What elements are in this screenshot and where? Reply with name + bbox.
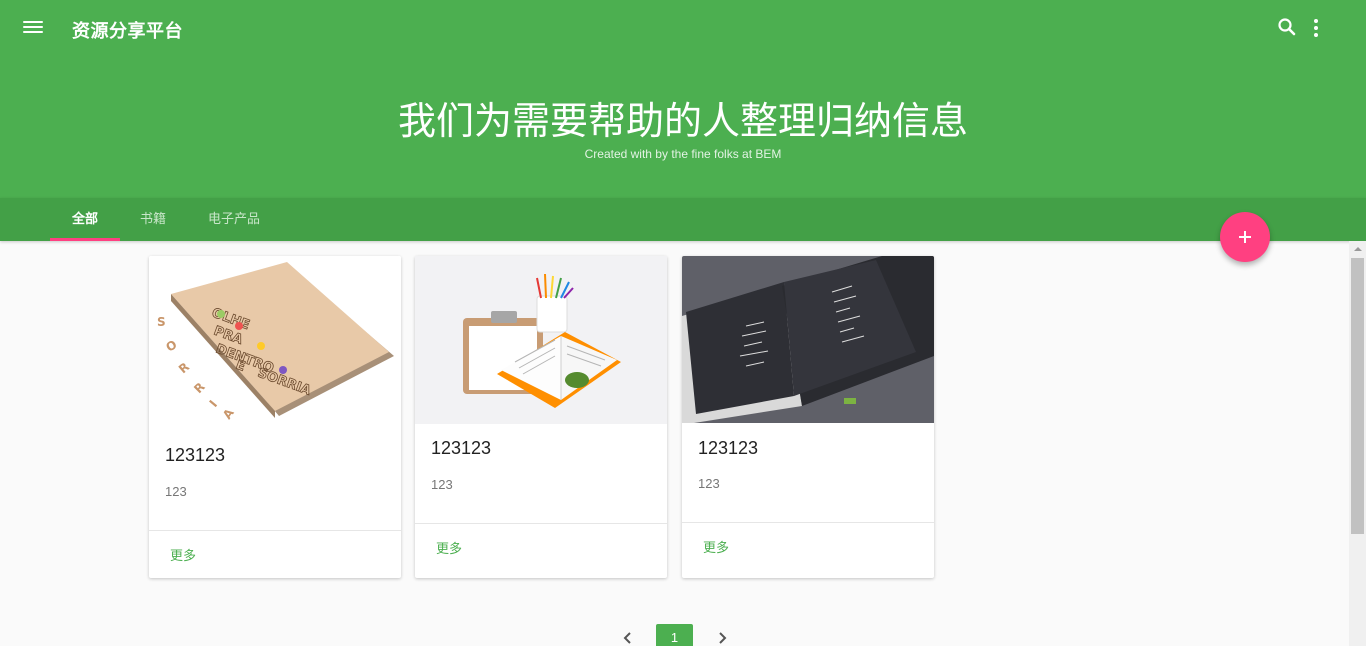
card-title: 123123	[165, 445, 226, 465]
resource-card: OLHE PRA DENTRO E SORRIA S O R R I A 123…	[149, 256, 401, 578]
card-divider	[149, 530, 401, 531]
category-tabs: 全部 书籍 电子产品	[0, 198, 1366, 241]
app-header: 资源分享平台 我们为需要帮助的人整理归纳信息 Created with by t…	[0, 0, 1366, 198]
page-scrollbar[interactable]	[1349, 241, 1366, 646]
card-title: 123123	[431, 438, 492, 458]
card-description: 123	[698, 476, 720, 491]
app-title: 资源分享平台	[72, 21, 183, 41]
tab-books[interactable]: 书籍	[120, 198, 186, 241]
add-button[interactable]	[1220, 212, 1270, 262]
hero-title: 我们为需要帮助的人整理归纳信息	[397, 101, 968, 143]
card-title: 123123	[698, 438, 759, 458]
tab-electronics[interactable]: 电子产品	[192, 198, 276, 241]
resource-card: 123123 123 更多	[682, 256, 934, 578]
chevron-left-icon[interactable]	[620, 630, 636, 646]
scrollbar-thumb[interactable]	[1351, 258, 1364, 534]
svg-text:S: S	[157, 315, 166, 329]
active-tab-indicator	[50, 238, 120, 241]
card-divider	[682, 522, 934, 523]
card-more-link[interactable]: 更多	[703, 537, 729, 556]
card-more-link[interactable]: 更多	[170, 545, 196, 564]
menu-icon[interactable]	[22, 18, 44, 40]
card-description: 123	[431, 477, 453, 492]
scroll-up-arrow-icon[interactable]	[1349, 241, 1366, 258]
resource-card: 123123 123 更多	[415, 256, 667, 578]
card-image: OLHE PRA DENTRO E SORRIA S O R R I A	[149, 256, 401, 431]
card-image	[415, 256, 667, 424]
card-image	[682, 256, 934, 423]
card-description: 123	[165, 484, 187, 499]
card-divider	[415, 523, 667, 524]
tab-all[interactable]: 全部	[50, 198, 120, 241]
chevron-right-icon[interactable]	[714, 630, 730, 646]
card-more-link[interactable]: 更多	[436, 538, 462, 557]
hero-subtitle: Created with by the fine folks at BEM	[584, 147, 782, 161]
page-number-button[interactable]: 1	[656, 624, 693, 646]
more-vert-icon[interactable]	[1306, 16, 1326, 40]
search-icon[interactable]	[1276, 16, 1298, 38]
